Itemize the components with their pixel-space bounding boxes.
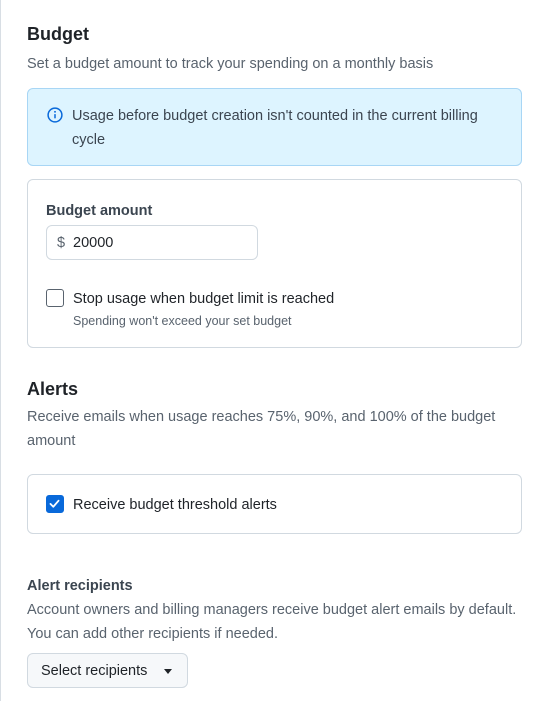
budget-amount-input[interactable]: $ 20000 — [46, 225, 258, 260]
budget-amount-card: Budget amount $ 20000 Stop usage when bu… — [27, 179, 522, 348]
budget-heading: Budget — [27, 24, 89, 44]
stop-usage-label[interactable]: Stop usage when budget limit is reached — [73, 291, 334, 307]
threshold-alerts-checkbox[interactable] — [46, 495, 64, 513]
select-recipients-button[interactable]: Select recipients — [27, 653, 188, 688]
budget-amount-value[interactable]: 20000 — [73, 235, 113, 251]
alerts-heading: Alerts — [27, 379, 79, 399]
budget-settings-page: Budget Set a budget amount to track your… — [0, 0, 543, 701]
check-icon — [49, 499, 60, 508]
currency-symbol: $ — [57, 235, 66, 251]
alert-recipients-heading: Alert recipients — [27, 578, 133, 594]
alerts-description: Receive emails when usage reaches 75%, 9… — [27, 409, 496, 449]
threshold-alerts-card: Receive budget threshold alerts — [27, 474, 522, 534]
stop-usage-hint: Spending won't exceed your set budget — [73, 314, 292, 328]
alert-recipients-description: Account owners and billing managers rece… — [27, 602, 517, 642]
triangle-down-icon — [164, 669, 172, 674]
select-recipients-label: Select recipients — [41, 663, 148, 679]
info-banner-text: Usage before budget creation isn't count… — [72, 108, 478, 148]
info-icon — [47, 107, 63, 123]
stop-usage-checkbox[interactable] — [46, 289, 64, 307]
budget-amount-label: Budget amount — [46, 203, 153, 219]
budget-description: Set a budget amount to track your spendi… — [27, 56, 434, 72]
threshold-alerts-label[interactable]: Receive budget threshold alerts — [73, 497, 277, 513]
info-banner: Usage before budget creation isn't count… — [27, 88, 522, 166]
